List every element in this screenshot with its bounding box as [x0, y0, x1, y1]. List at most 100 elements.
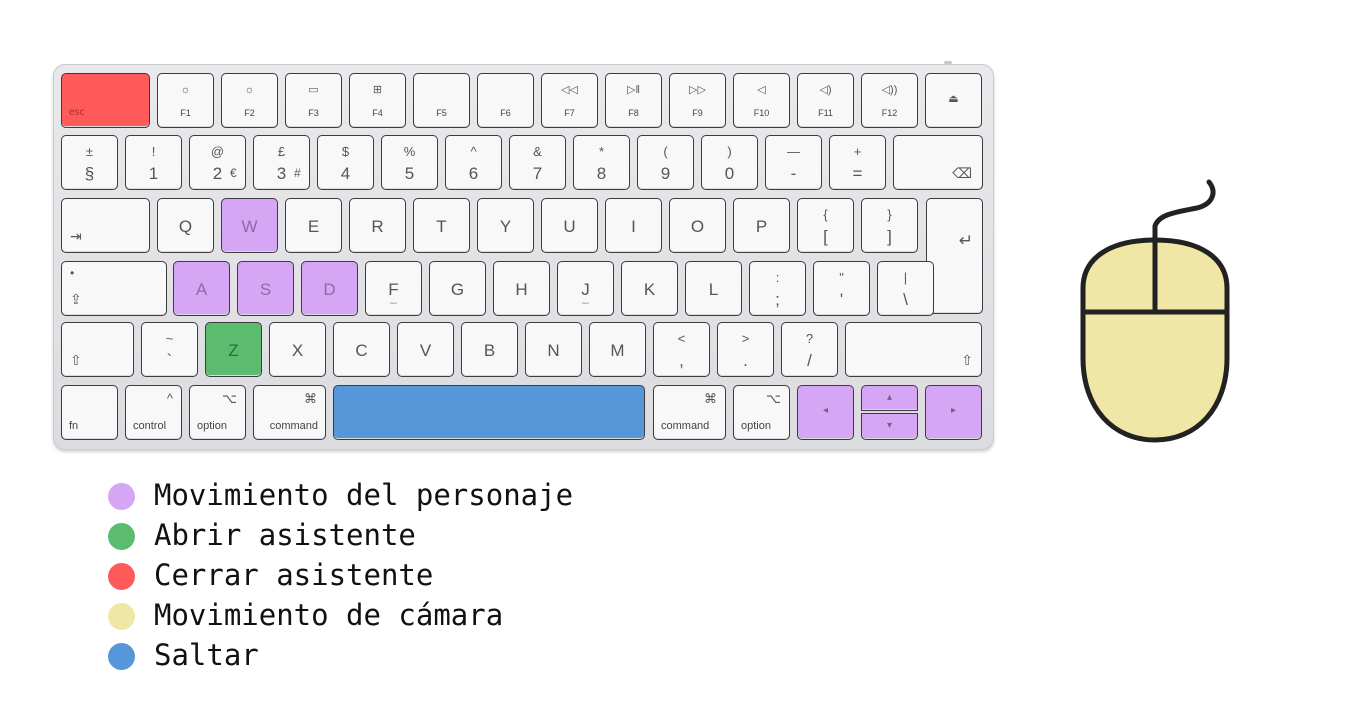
key-bracket-close[interactable]: }]	[861, 198, 918, 253]
key-r[interactable]: R	[349, 198, 406, 253]
key-o[interactable]: O	[669, 198, 726, 253]
key-n[interactable]: N	[525, 322, 582, 377]
key-comma[interactable]: <,	[653, 322, 710, 377]
key-f[interactable]: F _	[365, 261, 422, 316]
key-tab[interactable]: ⇥	[61, 198, 150, 253]
key-l[interactable]: L	[685, 261, 742, 316]
key-5[interactable]: % 5	[381, 135, 438, 190]
key-f8[interactable]: ▷‖ F8	[605, 73, 662, 128]
key-fn[interactable]: fn	[61, 385, 118, 440]
key-period[interactable]: >.	[717, 322, 774, 377]
key-6[interactable]: ^ 6	[445, 135, 502, 190]
key-b[interactable]: B	[461, 322, 518, 377]
key-j[interactable]: J _	[557, 261, 614, 316]
key-v[interactable]: V	[397, 322, 454, 377]
key-label: P	[755, 217, 768, 236]
key-f2[interactable]: ☼ F2	[221, 73, 278, 128]
mouse-icon	[1080, 179, 1230, 443]
key-a[interactable]: A	[173, 261, 230, 316]
key-label: G	[450, 280, 465, 299]
key-label: :	[775, 270, 780, 285]
key-p[interactable]: P	[733, 198, 790, 253]
key-f4[interactable]: ⊞ F4	[349, 73, 406, 128]
key-arrow-left[interactable]: ◂	[797, 385, 854, 440]
key-icon: ◁))	[881, 84, 898, 96]
key-minus[interactable]: — -	[765, 135, 822, 190]
key-s[interactable]: S	[237, 261, 294, 316]
key-option-right[interactable]: option ⌥	[733, 385, 790, 440]
key-arrow-right[interactable]: ▸	[925, 385, 982, 440]
key-q[interactable]: Q	[157, 198, 214, 253]
key-x[interactable]: X	[269, 322, 326, 377]
key-label: F9	[692, 108, 703, 118]
key-eject[interactable]: ⏏	[925, 73, 982, 128]
key-w[interactable]: W	[221, 198, 278, 253]
key-2[interactable]: @2 €	[189, 135, 246, 190]
key-0[interactable]: ) 0	[701, 135, 758, 190]
key-arrow-down[interactable]: ▾	[861, 413, 918, 440]
key-c[interactable]: C	[333, 322, 390, 377]
key-9[interactable]: (9	[637, 135, 694, 190]
key-shift-right[interactable]: ⇧	[845, 322, 982, 377]
key-label: €	[230, 166, 237, 180]
key-label: N	[547, 341, 560, 360]
key-label: 7	[532, 164, 543, 183]
key-f11[interactable]: ◁) F11	[797, 73, 854, 128]
key-icon: ▷‖	[626, 84, 640, 96]
key-icon: ⌘	[304, 391, 317, 406]
key-label: {	[823, 207, 828, 222]
key-t[interactable]: T	[413, 198, 470, 253]
key-icon: ^	[166, 391, 173, 406]
key-quote[interactable]: " '	[813, 261, 870, 316]
key-f1[interactable]: ☼ F1	[157, 73, 214, 128]
key-y[interactable]: Y	[477, 198, 534, 253]
key-g[interactable]: G	[429, 261, 486, 316]
key-backslash[interactable]: | \	[877, 261, 934, 316]
key-tilde[interactable]: ~ `	[141, 322, 198, 377]
key-h[interactable]: H	[493, 261, 550, 316]
key-4[interactable]: $4	[317, 135, 374, 190]
key-d[interactable]: D	[301, 261, 358, 316]
key-f3[interactable]: ▭ F3	[285, 73, 342, 128]
key-caps[interactable]: • ⇪	[61, 261, 167, 316]
key-label: 0	[724, 164, 735, 183]
key-label: F11	[818, 108, 833, 118]
key-e[interactable]: E	[285, 198, 342, 253]
key-1[interactable]: ! 1	[125, 135, 182, 190]
key-f7[interactable]: ◁◁ F7	[541, 73, 598, 128]
key-bracket-open[interactable]: {[	[797, 198, 854, 253]
key-icon: ☼	[244, 84, 255, 96]
key-semicolon[interactable]: :;	[749, 261, 806, 316]
key-i[interactable]: I	[605, 198, 662, 253]
key-option-left[interactable]: option ⌥	[189, 385, 246, 440]
key-u[interactable]: U	[541, 198, 598, 253]
key-f6[interactable]: F6	[477, 73, 534, 128]
key-label: —	[787, 144, 800, 159]
key-f9[interactable]: ▷▷ F9	[669, 73, 726, 128]
mouse-cable	[1152, 179, 1216, 247]
key-label: )	[727, 144, 732, 159]
key-label: |	[903, 270, 908, 285]
key-7[interactable]: & 7	[509, 135, 566, 190]
key-k[interactable]: K	[621, 261, 678, 316]
key-section[interactable]: ± §	[61, 135, 118, 190]
key-return[interactable]: ↵	[926, 198, 983, 314]
key-f10[interactable]: ◁ F10	[733, 73, 790, 128]
key-shift-left[interactable]: ⇧	[61, 322, 134, 377]
key-z[interactable]: Z	[205, 322, 262, 377]
key-8[interactable]: * 8	[573, 135, 630, 190]
key-esc[interactable]: esc	[61, 73, 150, 128]
key-label: \	[903, 290, 908, 309]
key-command-left[interactable]: command ⌘	[253, 385, 326, 440]
key-command-right[interactable]: command ⌘	[653, 385, 726, 440]
key-delete[interactable]: ⌫	[893, 135, 983, 190]
key-f5[interactable]: F5	[413, 73, 470, 128]
key-arrow-up[interactable]: ▴	[861, 385, 918, 411]
key-f12[interactable]: ◁)) F12	[861, 73, 918, 128]
key-control-left[interactable]: control ^	[125, 385, 182, 440]
key-slash[interactable]: ? /	[781, 322, 838, 377]
key-plus[interactable]: + =	[829, 135, 886, 190]
key-m[interactable]: M	[589, 322, 646, 377]
key-space[interactable]	[333, 385, 645, 440]
key-3[interactable]: £3 #	[253, 135, 310, 190]
